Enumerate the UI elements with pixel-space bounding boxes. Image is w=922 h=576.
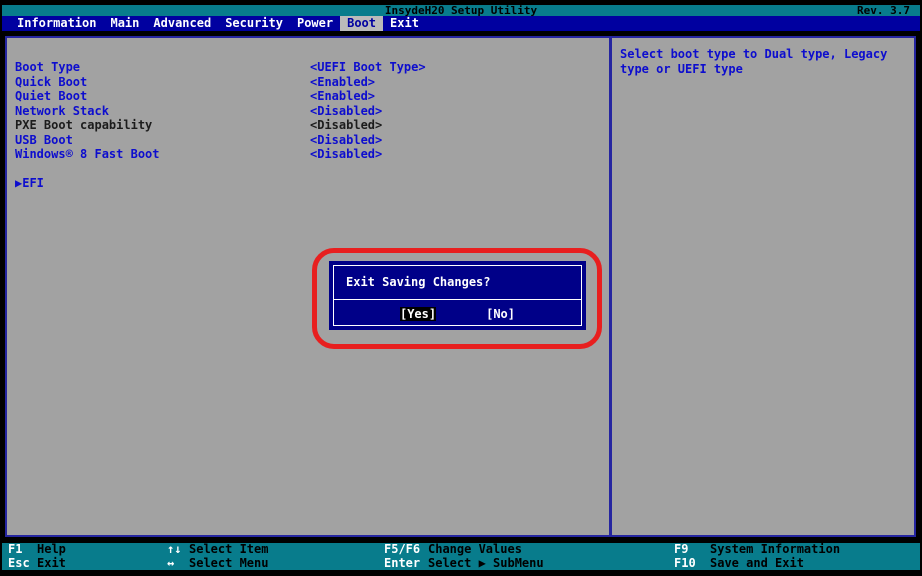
exit-dialog-title: Exit Saving Changes? <box>334 266 581 289</box>
menu-bar: Information Main Advanced Security Power… <box>2 16 920 31</box>
exit-dialog: Exit Saving Changes? [Yes] [No] <box>329 261 586 330</box>
hotkey-column: ↑↓Select Item ↔Select Menu <box>167 543 268 570</box>
hotkey-select-item: ↑↓Select Item <box>167 543 268 557</box>
page-title: InsydeH20 Setup Utility <box>385 5 537 16</box>
hotkey-f9-system-information: F9System Information <box>674 543 840 557</box>
setting-label: USB Boot <box>15 133 73 147</box>
hotkey-f5f6-change-values: F5/F6Change Values <box>384 543 544 557</box>
hotkey-key: F5/F6 <box>384 543 428 557</box>
hotkey-label: Exit <box>37 556 66 570</box>
hotkey-label: Select ▶ SubMenu <box>428 556 544 570</box>
tab-boot[interactable]: Boot <box>340 16 383 31</box>
setting-row-quiet-boot[interactable]: Quiet Boot <Enabled> <box>15 89 609 104</box>
hotkey-f1-help: F1Help <box>8 543 66 557</box>
setting-label: Boot Type <box>15 60 80 74</box>
revision-label: Rev. 3.7 <box>857 5 910 16</box>
setting-label: PXE Boot capability <box>15 118 152 132</box>
hotkey-key: Esc <box>8 557 37 571</box>
setting-row-boot-type[interactable]: Boot Type <UEFI Boot Type> <box>15 60 609 75</box>
setting-value: <Disabled> <box>310 118 382 132</box>
hotkey-label: Change Values <box>428 542 522 556</box>
tab-exit[interactable]: Exit <box>383 16 426 31</box>
setting-row-quick-boot[interactable]: Quick Boot <Enabled> <box>15 75 609 90</box>
hotkey-select-menu: ↔Select Menu <box>167 557 268 571</box>
hotkey-esc-exit: EscExit <box>8 557 66 571</box>
setting-row-network-stack[interactable]: Network Stack <Disabled> <box>15 104 609 119</box>
setting-label: Quiet Boot <box>15 89 87 103</box>
setting-label: Windows® 8 Fast Boot <box>15 147 160 161</box>
tab-main[interactable]: Main <box>103 16 146 31</box>
hotkey-bar: F1Help EscExit ↑↓Select Item ↔Select Men… <box>2 543 920 570</box>
hotkey-column: F9System Information F10Save and Exit <box>674 543 840 570</box>
hotkey-label: System Information <box>710 542 840 556</box>
tab-power[interactable]: Power <box>290 16 340 31</box>
tab-information[interactable]: Information <box>10 16 103 31</box>
submenu-label: EFI <box>22 176 44 190</box>
hotkey-label: Select Item <box>189 542 268 556</box>
yes-button[interactable]: [Yes] <box>400 307 436 321</box>
exit-dialog-frame: Exit Saving Changes? [Yes] [No] <box>333 265 582 326</box>
hotkey-key: F10 <box>674 557 710 571</box>
hotkey-column: F1Help EscExit <box>8 543 66 570</box>
leftright-arrows-icon: ↔ <box>167 557 189 571</box>
title-bar: InsydeH20 Setup Utility Rev. 3.7 <box>2 5 920 16</box>
setting-value: <Disabled> <box>310 104 382 118</box>
help-panel-text: Select boot type to Dual type, Legacy ty… <box>612 38 914 76</box>
hotkey-key: Enter <box>384 557 428 571</box>
updown-arrows-icon: ↑↓ <box>167 543 189 557</box>
hotkey-enter-select-submenu: EnterSelect ▶ SubMenu <box>384 557 544 571</box>
setting-value: <Enabled> <box>310 75 375 89</box>
setting-value: <Enabled> <box>310 89 375 103</box>
help-panel: Select boot type to Dual type, Legacy ty… <box>610 36 916 537</box>
setting-row-win8-fast-boot[interactable]: Windows® 8 Fast Boot <Disabled> <box>15 147 609 162</box>
setting-value: <Disabled> <box>310 133 382 147</box>
exit-dialog-buttons: [Yes] [No] <box>334 307 581 321</box>
hotkey-label: Select Menu <box>189 556 268 570</box>
settings-list: Boot Type <UEFI Boot Type> Quick Boot <E… <box>7 38 609 190</box>
hotkey-column: F5/F6Change Values EnterSelect ▶ SubMenu <box>384 543 544 570</box>
hotkey-key: F9 <box>674 543 710 557</box>
setting-row-pxe-boot: PXE Boot capability <Disabled> <box>15 118 609 133</box>
hotkey-f10-save-and-exit: F10Save and Exit <box>674 557 840 571</box>
hotkey-label: Help <box>37 542 66 556</box>
setting-label: Quick Boot <box>15 75 87 89</box>
tab-security[interactable]: Security <box>218 16 290 31</box>
submenu-efi[interactable]: ▶EFI <box>15 176 609 191</box>
tab-advanced[interactable]: Advanced <box>146 16 218 31</box>
hotkey-label: Save and Exit <box>710 556 804 570</box>
setting-value: <UEFI Boot Type> <box>310 60 426 74</box>
setting-label: Network Stack <box>15 104 109 118</box>
bios-screen: InsydeH20 Setup Utility Rev. 3.7 Informa… <box>0 0 922 576</box>
hotkey-key: F1 <box>8 543 37 557</box>
setting-value: <Disabled> <box>310 147 382 161</box>
no-button[interactable]: [No] <box>486 307 515 321</box>
setting-row-usb-boot[interactable]: USB Boot <Disabled> <box>15 133 609 148</box>
exit-dialog-divider <box>334 299 581 300</box>
